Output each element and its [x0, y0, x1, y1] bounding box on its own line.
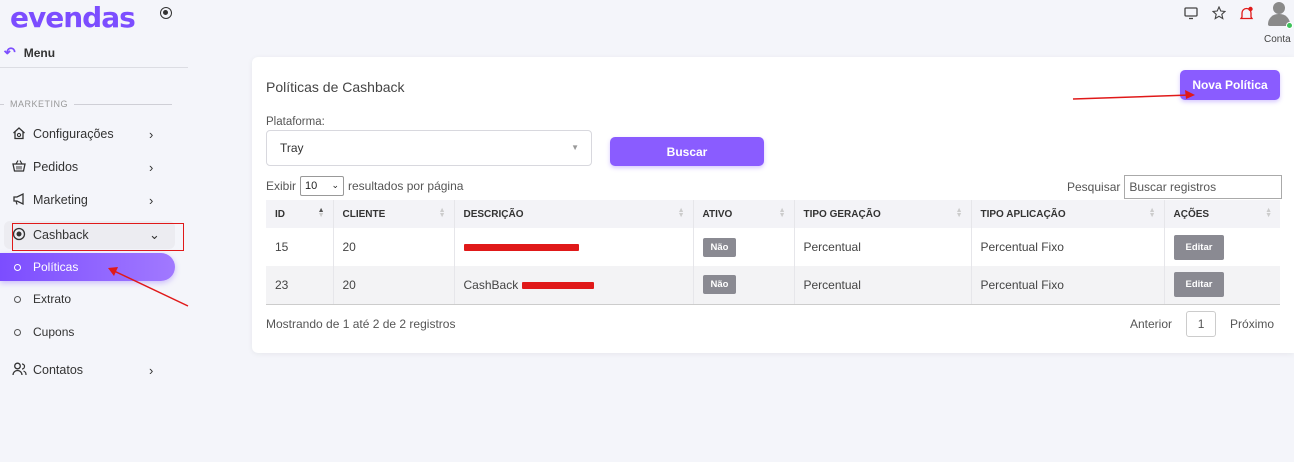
chevron-right-icon: › [149, 362, 154, 378]
highlight-box [12, 223, 184, 251]
megaphone-icon [10, 192, 28, 209]
caret-down-icon: ▼ [571, 143, 579, 152]
search-button[interactable]: Buscar [610, 137, 764, 166]
platform-select[interactable]: Tray ▼ [266, 130, 592, 166]
col-header-descricao[interactable]: DESCRIÇÃO ▲ ▼ [454, 200, 694, 228]
description-cell: CashBack [454, 266, 694, 305]
table-row: 23 20 CashBack Não Percentual Percentual… [266, 266, 1280, 305]
sidebar-item-pedidos[interactable]: Pedidos › [10, 152, 174, 182]
back-arrow-icon: ↶ [4, 44, 16, 60]
edit-button[interactable]: Editar [1173, 234, 1225, 260]
user-avatar-icon[interactable] [1266, 0, 1293, 30]
sidebar-item-configuracoes[interactable]: Configurações › [10, 119, 174, 149]
section-marketing: MARKETING [0, 99, 172, 109]
redaction-mark [463, 244, 579, 252]
account-label[interactable]: Conta [1264, 34, 1291, 45]
edit-button[interactable]: Editar [1173, 272, 1225, 298]
sidebar-subitem-extrato[interactable]: Extrato [0, 285, 175, 313]
sidebar-subitem-cupons[interactable]: Cupons [0, 318, 175, 346]
menu-toggle[interactable]: ↶ Menu [4, 44, 55, 61]
page-number-button[interactable]: 1 [1186, 311, 1217, 337]
table-info: Mostrando de 1 até 2 de 2 registros [266, 317, 456, 331]
status-badge: Não [702, 237, 737, 257]
col-header-tipo-geracao[interactable]: TIPO GERAÇÃO ▲ ▼ [794, 200, 972, 228]
description-cell [454, 228, 694, 266]
status-badge: Não [702, 275, 737, 295]
basket-icon [10, 159, 28, 176]
chevron-right-icon: › [149, 159, 154, 175]
page-length-control: Exibir 10 ⌄ resultados por página [266, 176, 463, 196]
redaction-mark [521, 282, 594, 290]
star-icon[interactable] [1211, 5, 1227, 22]
monitor-icon[interactable] [1183, 6, 1199, 22]
sidebar-subitem-politicas[interactable]: Políticas [0, 253, 175, 281]
bell-icon[interactable] [1238, 6, 1254, 22]
pagination: Anterior 1 Próximo [1124, 311, 1280, 337]
platform-label: Plataforma: [266, 116, 325, 128]
col-header-ativo[interactable]: ATIVO ▲ ▼ [693, 200, 795, 228]
next-page-button[interactable]: Próximo [1224, 317, 1280, 331]
divider [0, 67, 188, 68]
evendas-logo[interactable]: evendas [10, 0, 136, 34]
new-policy-button[interactable]: Nova Política [1180, 70, 1280, 100]
col-header-id[interactable]: ID ▲ ▼ [266, 200, 334, 228]
contacts-icon [10, 362, 28, 379]
table-header-row: ID ▲ ▼ CLIENTE ▲ ▼ DESCRIÇÃO ▲ ▼ ATIVO ▲ ▼ TIPO … [266, 200, 1280, 228]
theme-toggle-icon[interactable] [160, 7, 172, 19]
chevron-right-icon: › [149, 192, 154, 208]
online-status-dot [1286, 22, 1293, 29]
col-header-cliente[interactable]: CLIENTE ▲ ▼ [333, 200, 455, 228]
cashback-policies-card: Políticas de Cashback Nova Política Plat… [252, 57, 1294, 353]
col-header-tipo-aplicacao[interactable]: TIPO APLICAÇÃO ▲ ▼ [971, 200, 1165, 228]
circle-icon [14, 328, 21, 336]
search-input[interactable] [1124, 175, 1283, 199]
circle-icon [14, 295, 21, 303]
policies-table: ID ▲ ▼ CLIENTE ▲ ▼ DESCRIÇÃO ▲ ▼ ATIVO ▲ ▼ TIPO … [266, 200, 1280, 305]
home-settings-icon [10, 126, 28, 143]
page-title: Políticas de Cashback [266, 79, 405, 95]
col-header-acoes[interactable]: AÇÕES ▲ ▼ [1164, 200, 1280, 228]
prev-page-button[interactable]: Anterior [1124, 317, 1178, 331]
sidebar-item-marketing[interactable]: Marketing › [10, 185, 174, 215]
table-row: 15 20 Não Percentual Percentual Fixo Edi… [266, 228, 1280, 266]
chevron-right-icon: › [149, 126, 154, 142]
sidebar-item-contatos[interactable]: Contatos › [10, 355, 174, 385]
circle-icon [14, 263, 21, 271]
table-search: Pesquisar [1067, 175, 1283, 199]
page-length-select[interactable]: 10 ⌄ [300, 176, 345, 196]
chevron-down-icon: ⌄ [331, 180, 340, 190]
